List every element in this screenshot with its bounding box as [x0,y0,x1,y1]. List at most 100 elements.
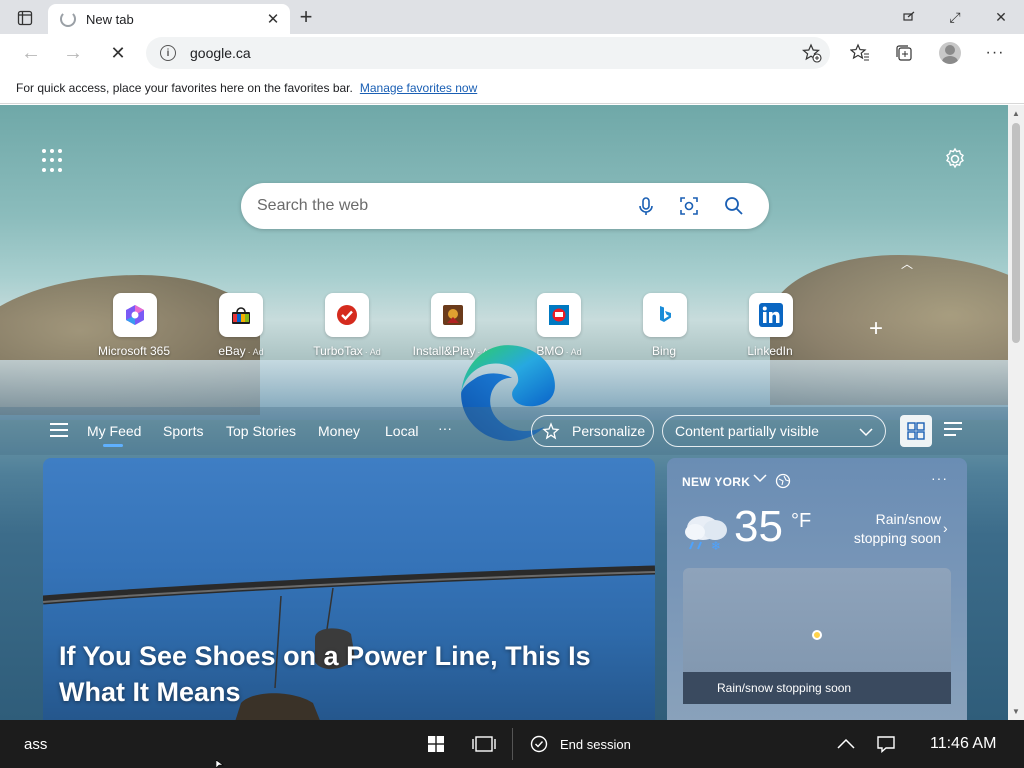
quick-link-bing[interactable]: Bing [620,293,710,358]
restore-button[interactable]: ⤢ [932,0,978,34]
taskbar-session-label: ass [24,736,48,753]
content-visibility-value: Content partially visible [675,423,819,439]
stop-loading-button[interactable]: ✕ [103,38,133,68]
quick-link-microsoft-365[interactable]: Microsoft 365 [90,293,180,358]
tile-label: Microsoft 365 [97,344,171,358]
taskbar: ass End session 11:46 AM [0,720,1024,768]
scrollbar-thumb[interactable] [1012,123,1020,343]
tile-label: eBay [218,344,246,358]
add-favorite-icon[interactable] [802,43,822,63]
forward-button[interactable]: → [58,38,88,68]
collections-button[interactable] [893,42,915,64]
settings-and-more-button[interactable]: ··· [984,42,1006,64]
tab-bar: New tab ✕ + ⤢ ✕ [0,0,1024,34]
tab-my-feed[interactable]: My Feed [87,423,141,447]
chevron-down-icon [859,428,873,437]
tab-actions-button[interactable] [10,7,40,29]
quick-link-linkedin[interactable]: LinkedIn [726,293,816,358]
app-launcher-button[interactable] [42,149,66,173]
weather-forecast-chevron-icon[interactable]: › [943,520,948,536]
show-hidden-icons-button[interactable] [834,732,858,756]
active-tab[interactable]: New tab ✕ [48,4,290,34]
search-input[interactable]: Search the web [257,197,368,215]
hero-headline[interactable]: If You See Shoes on a Power Line, This I… [59,638,619,710]
task-view-icon [472,736,496,752]
back-button[interactable]: ← [16,38,46,68]
tab-top-stories[interactable]: Top Stories [226,423,296,439]
list-layout-icon[interactable] [944,422,962,436]
microphone-icon[interactable] [635,195,657,217]
favorites-bar-prompt: For quick access, place your favorites h… [0,72,1024,104]
start-button[interactable] [424,732,448,756]
tab-money[interactable]: Money [318,423,360,439]
page-settings-icon[interactable] [943,147,967,171]
bmo-icon [537,293,581,337]
tab-sports[interactable]: Sports [163,423,203,439]
site-info-icon[interactable]: i [160,45,176,61]
visual-search-icon[interactable] [678,195,700,217]
page-scrollbar[interactable]: ▲ ▼ [1008,105,1024,720]
address-bar[interactable]: i google.ca [146,37,830,69]
quick-link-turbotax[interactable]: TurboTax · Ad [302,293,392,358]
new-tab-button[interactable]: + [294,4,318,29]
weather-radar-map[interactable]: Rain/snow stopping soon [683,568,951,704]
favorites-prompt-text: For quick access, place your favorites h… [16,80,353,95]
detect-location-icon[interactable] [775,473,791,489]
location-marker-icon [812,630,822,640]
bing-icon [643,293,687,337]
personalize-button[interactable]: Personalize [531,415,654,447]
temperature-unit[interactable]: °F [791,510,811,533]
tab-close-button[interactable]: ✕ [264,10,282,28]
microsoft-365-icon [113,293,157,337]
install-play-icon [431,293,475,337]
task-view-button[interactable] [472,732,496,756]
quick-link-ebay[interactable]: eBay · Ad [196,293,286,358]
personalize-label: Personalize [572,423,646,439]
web-search-box[interactable]: Search the web [241,183,769,229]
linkedin-icon [749,293,793,337]
weather-card[interactable]: NEW YORK ··· ❄ 35 °F Rain/snow stopping … [667,458,967,720]
grid-layout-button[interactable] [900,415,932,447]
favorites-button[interactable] [849,42,871,64]
tab-local[interactable]: Local [385,423,418,439]
weather-location[interactable]: NEW YORK [682,475,750,489]
feed-menu-icon[interactable] [50,423,68,437]
weather-more-options-button[interactable]: ··· [931,470,948,486]
scroll-up-arrow-icon[interactable]: ▲ [1012,109,1020,118]
url-text[interactable]: google.ca [190,45,251,61]
content-visibility-dropdown[interactable]: Content partially visible [662,415,886,447]
tile-label: Bing [651,344,677,358]
search-icon[interactable] [723,195,745,217]
new-tab-page: Search the web ︿ Microsoft 365 eBay · Ad … [0,105,1008,720]
add-quick-link-button[interactable]: + [864,317,888,341]
window-close-button[interactable]: ✕ [978,0,1024,34]
weather-temperature: 35 [734,502,783,551]
collapse-tiles-chevron-icon[interactable]: ︿ [901,255,913,272]
more-tabs-button[interactable]: ··· [438,420,452,436]
scroll-down-arrow-icon[interactable]: ▼ [1012,707,1020,716]
favorites-icon [850,43,869,61]
hero-news-card[interactable]: If You See Shoes on a Power Line, This I… [43,458,655,720]
location-chevron-down-icon[interactable] [753,473,767,483]
chevron-up-icon [837,739,855,749]
turbotax-icon [325,293,369,337]
profile-avatar[interactable] [939,42,961,64]
address-toolbar: ← → ✕ i google.ca ··· [0,34,1024,72]
loading-spinner-icon [60,11,76,27]
pin-window-button[interactable] [886,0,932,34]
svg-text:❄: ❄ [711,539,721,552]
manage-favorites-link[interactable]: Manage favorites now [360,81,477,95]
end-session-button[interactable]: End session [530,732,631,756]
taskbar-clock[interactable]: 11:46 AM [930,735,996,753]
grid-layout-icon [907,422,925,440]
weather-condition[interactable]: Rain/snow stopping soon [837,510,941,548]
personalize-icon [542,422,560,440]
rain-snow-cloud-icon: ❄ [685,516,727,552]
notifications-button[interactable] [874,732,898,756]
ebay-icon [219,293,263,337]
collections-icon [896,45,912,61]
tab-title: New tab [86,11,134,27]
feed-navigation: My Feed Sports Top Stories Money Local ·… [0,407,1008,455]
tile-label: LinkedIn [747,344,793,358]
notification-icon [877,736,895,753]
